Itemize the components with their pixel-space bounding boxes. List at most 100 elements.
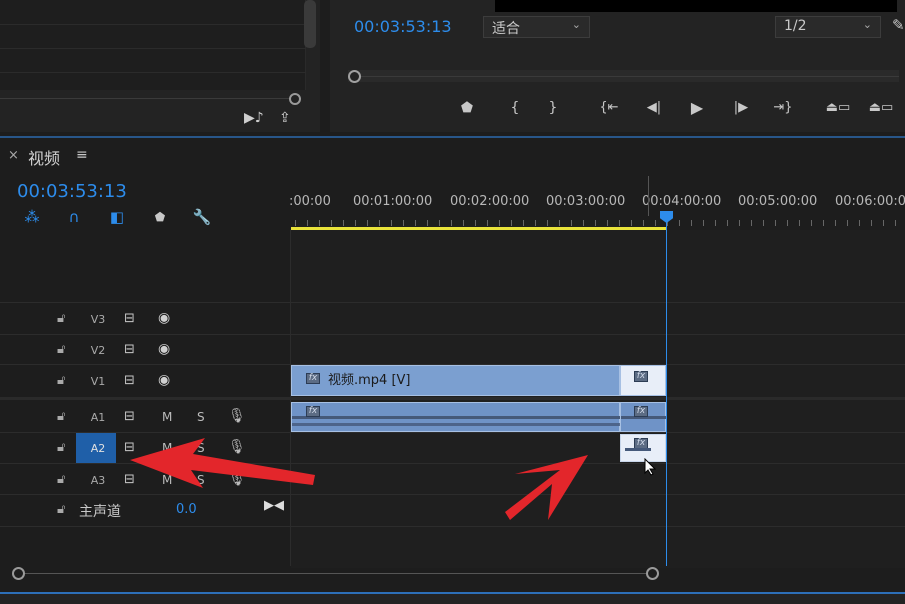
- ruler-tick: [523, 220, 524, 226]
- video-clip-tail[interactable]: fx: [620, 365, 666, 396]
- ruler-tick: [403, 220, 404, 226]
- waveform: [292, 416, 621, 419]
- audio-clip-tail[interactable]: fx: [620, 402, 667, 432]
- ruler-tick: [379, 220, 380, 226]
- ruler-tick: [847, 220, 848, 226]
- ruler-tick: [595, 220, 596, 226]
- go-to-next-edit-icon[interactable]: ▶◀: [264, 498, 284, 513]
- settings-wrench-icon[interactable]: ✎: [892, 16, 905, 34]
- go-to-in-icon[interactable]: {⇤: [597, 98, 621, 118]
- lock-icon[interactable]: 🔓︎: [57, 502, 65, 517]
- ruler-tick: [583, 220, 584, 226]
- time-ruler[interactable]: :00:00 00:01:00:00 00:02:00:00 00:03:00:…: [289, 186, 905, 230]
- lock-icon[interactable]: 🔓︎: [57, 409, 65, 424]
- track-divider: [0, 526, 905, 527]
- ruler-tick: [307, 220, 308, 226]
- ruler-label: 00:02:00:00: [450, 194, 530, 209]
- ruler-tick: [811, 220, 812, 226]
- fx-badge: fx: [634, 371, 648, 382]
- ruler-tick: [619, 220, 620, 226]
- timeline-timecode[interactable]: 00:03:53:13: [17, 181, 127, 202]
- ruler-tick: [367, 220, 368, 226]
- sync-lock-icon[interactable]: ⊟: [124, 342, 135, 357]
- ruler-tick: [319, 220, 320, 226]
- tab-sequence[interactable]: 视频: [28, 145, 60, 169]
- snap-magnet-icon[interactable]: ∩: [63, 207, 85, 227]
- ruler-label: 00:03:00:00: [546, 194, 626, 209]
- fit-select[interactable]: 适合 ⌄: [483, 16, 590, 38]
- master-volume-value[interactable]: 0.0: [176, 502, 197, 517]
- fit-select-value: 适合: [492, 21, 520, 37]
- program-scrubber-handle[interactable]: [348, 70, 361, 83]
- ruler-tick: [451, 220, 452, 226]
- lock-icon[interactable]: 🔓︎: [57, 342, 65, 357]
- wrench-settings-icon[interactable]: 🔧: [191, 207, 213, 227]
- track-label-a3[interactable]: A3: [80, 466, 116, 496]
- track-label-a1[interactable]: A1: [80, 403, 116, 433]
- ruler-tick: [487, 220, 488, 226]
- lift-icon[interactable]: ⏏▭: [825, 98, 851, 118]
- ruler-tick: [799, 220, 800, 226]
- close-tab-icon[interactable]: ×: [8, 148, 19, 163]
- audio-clip-a2[interactable]: fx: [620, 434, 666, 462]
- mark-out-icon[interactable]: }: [541, 98, 565, 118]
- timeline-zoom-handle-right[interactable]: [646, 567, 659, 580]
- lock-icon[interactable]: 🔓︎: [57, 373, 65, 388]
- playhead-line[interactable]: [666, 216, 667, 566]
- track-label-v3[interactable]: V3: [80, 305, 116, 335]
- ruler-tick: [439, 220, 440, 226]
- automate-to-sequence-icon[interactable]: ▶♪: [244, 110, 264, 126]
- project-zoom-handle[interactable]: [289, 93, 301, 105]
- master-track-label: 主声道: [79, 504, 121, 520]
- project-zoom-track: [0, 98, 296, 99]
- track-label-a2[interactable]: A2: [80, 434, 116, 464]
- chevron-down-icon: ⌄: [862, 18, 872, 31]
- ruler-tick: [763, 220, 764, 226]
- video-clip-name: 视频.mp4 [V]: [328, 373, 411, 388]
- lock-icon[interactable]: 🔓︎: [57, 472, 65, 487]
- resolution-select[interactable]: 1/2 ⌄: [775, 16, 881, 38]
- audio-clip[interactable]: fx: [291, 402, 621, 432]
- step-forward-icon[interactable]: |▶: [729, 98, 753, 118]
- ruler-tick: [331, 220, 332, 226]
- ruler-tick: [883, 220, 884, 226]
- ruler-tick: [751, 220, 752, 226]
- eye-icon[interactable]: ◉: [158, 310, 170, 326]
- ruler-cursor: [648, 176, 649, 216]
- ruler-tick: [391, 220, 392, 226]
- find-icon[interactable]: ⇪: [279, 110, 291, 126]
- annotation-arrow-right: [505, 455, 588, 520]
- ruler-label: :00:00: [289, 194, 331, 209]
- sync-lock-icon[interactable]: ⊟: [124, 373, 135, 388]
- ruler-tick: [787, 220, 788, 226]
- add-marker-icon[interactable]: ⬟: [149, 207, 171, 227]
- track-label-v2[interactable]: V2: [80, 336, 116, 366]
- ruler-label: 00:06:00:00: [835, 194, 905, 209]
- eye-icon[interactable]: ◉: [158, 341, 170, 357]
- microphone-icon[interactable]: 🎙︎: [228, 408, 246, 424]
- mark-in-icon[interactable]: {: [503, 98, 527, 118]
- extract-icon[interactable]: ⏏▭: [868, 98, 894, 118]
- waveform: [625, 448, 651, 451]
- lock-icon[interactable]: 🔓︎: [57, 440, 65, 455]
- project-scrollbar[interactable]: [304, 0, 316, 48]
- lock-icon[interactable]: 🔓︎: [57, 311, 65, 326]
- timeline-zoom-handle-left[interactable]: [12, 567, 25, 580]
- sync-lock-icon[interactable]: ⊟: [124, 409, 135, 424]
- solo-button[interactable]: S: [197, 410, 205, 424]
- program-video-frame: [495, 0, 897, 12]
- nest-sequence-icon[interactable]: ⁂: [21, 207, 43, 227]
- ruler-tick: [691, 220, 692, 226]
- track-label-v1[interactable]: V1: [80, 367, 116, 397]
- step-back-icon[interactable]: ◀|: [642, 98, 666, 118]
- sync-lock-icon[interactable]: ⊟: [124, 311, 135, 326]
- mute-button[interactable]: M: [162, 410, 172, 424]
- eye-icon[interactable]: ◉: [158, 372, 170, 388]
- ruler-tick: [415, 220, 416, 226]
- add-marker-icon[interactable]: ⬟: [455, 98, 479, 118]
- linked-selection-icon[interactable]: ◧: [106, 207, 128, 227]
- play-icon[interactable]: ▶: [685, 98, 709, 118]
- program-timecode[interactable]: 00:03:53:13: [354, 17, 452, 36]
- panel-menu-icon[interactable]: ≡: [76, 147, 88, 163]
- go-to-out-icon[interactable]: ⇥}: [771, 98, 795, 118]
